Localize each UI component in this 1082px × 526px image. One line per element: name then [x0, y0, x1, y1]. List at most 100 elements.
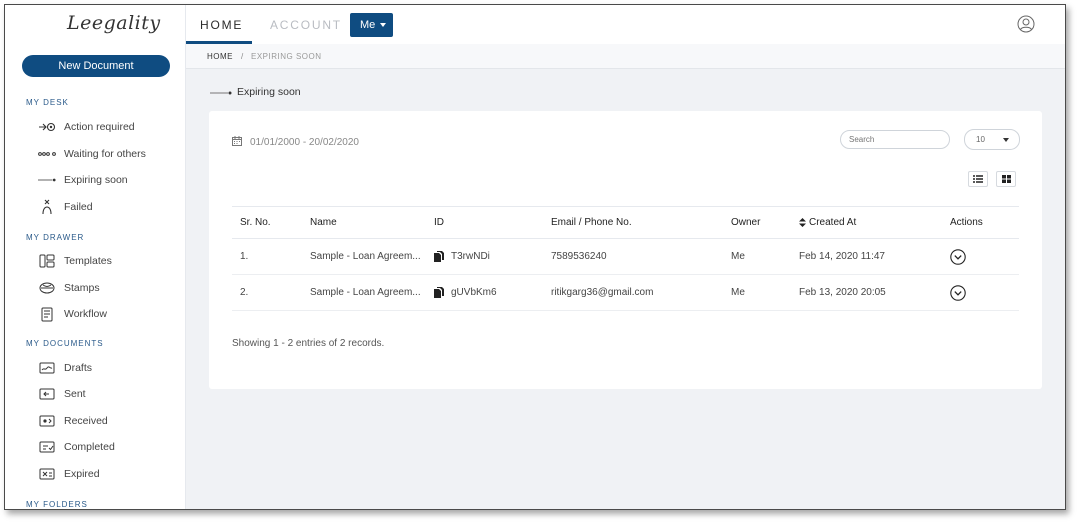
cell-email: ritikgarg36@gmail.com [551, 287, 654, 298]
calendar-icon [232, 136, 242, 149]
user-profile-icon[interactable] [1017, 15, 1035, 33]
me-dropdown-button[interactable]: Me [350, 13, 393, 37]
search-input[interactable] [840, 130, 950, 149]
tab-home[interactable]: HOME [200, 5, 243, 44]
received-icon [38, 414, 56, 428]
sidebar-item-received[interactable]: Received [38, 412, 108, 430]
sidebar-item-label: Waiting for others [64, 148, 146, 160]
column-header-actions: Actions [950, 217, 983, 228]
document-id: T3rwNDi [451, 251, 490, 262]
cell-created-at: Feb 14, 2020 11:47 [799, 251, 885, 262]
caret-down-icon [380, 23, 386, 27]
sidebar-item-label: Drafts [64, 362, 93, 374]
column-header-label: Created At [809, 217, 857, 228]
sidebar-item-stamps[interactable]: Stamps [38, 279, 100, 297]
caret-down-icon [1003, 138, 1009, 142]
copy-icon[interactable] [434, 287, 444, 298]
sidebar-item-label: Sent [64, 388, 86, 400]
sidebar-item-label: Received [64, 415, 108, 427]
sidebar-item-templates[interactable]: Templates [38, 252, 112, 270]
table-row: 2. Sample - Loan Agreem... gUVbKm6 ritik… [232, 275, 1019, 311]
workflow-icon [38, 307, 56, 321]
section-my-drawer: MY DRAWER [26, 233, 85, 242]
breadcrumb-current: EXPIRING SOON [251, 52, 322, 61]
sidebar-item-workflow[interactable]: Workflow [38, 305, 107, 323]
me-label: Me [360, 19, 376, 31]
sidebar-item-label: Completed [64, 441, 115, 453]
sidebar-item-waiting-for-others[interactable]: Waiting for others [38, 145, 146, 163]
waiting-icon [38, 147, 56, 161]
expiring-icon [210, 86, 232, 98]
column-header-id: ID [434, 217, 444, 228]
sidebar-item-label: Expiring soon [64, 174, 128, 186]
sidebar-item-expired[interactable]: Expired [38, 465, 100, 483]
cell-created-at: Feb 13, 2020 20:05 [799, 287, 886, 298]
page-size-select[interactable]: 10 [964, 129, 1020, 150]
list-icon [973, 175, 983, 183]
drafts-icon [38, 361, 56, 375]
sidebar-item-sent[interactable]: Sent [38, 385, 86, 403]
page-title-text: Expiring soon [237, 86, 301, 98]
document-id: gUVbKm6 [451, 287, 497, 298]
sidebar-item-label: Stamps [64, 282, 100, 294]
cell-id: gUVbKm6 [434, 275, 497, 310]
cell-id: T3rwNDi [434, 239, 490, 274]
sidebar-item-failed[interactable]: Failed [38, 198, 93, 216]
expired-icon [38, 467, 56, 481]
records-summary: Showing 1 - 2 entries of 2 records. [232, 338, 385, 349]
expand-actions-icon[interactable] [950, 248, 966, 265]
sidebar-item-action-required[interactable]: Action required [38, 118, 135, 136]
sidebar-item-label: Expired [64, 468, 100, 480]
cell-name[interactable]: Sample - Loan Agreem... [310, 239, 421, 274]
list-view-button[interactable] [968, 171, 988, 187]
sidebar-item-label: Workflow [64, 308, 107, 320]
sent-icon [38, 387, 56, 401]
completed-icon [38, 440, 56, 454]
cell-name[interactable]: Sample - Loan Agreem... [310, 275, 421, 310]
top-navigation: HOME ACCOUNT Me [186, 5, 1065, 44]
cell-email: 7589536240 [551, 251, 607, 262]
cell-owner: Me [731, 251, 745, 262]
column-header-email: Email / Phone No. [551, 217, 632, 228]
table-row: 1. Sample - Loan Agreem... T3rwNDi 75895… [232, 239, 1019, 275]
breadcrumb: HOME / EXPIRING SOON [186, 44, 1065, 69]
templates-icon [38, 254, 56, 268]
date-range-filter[interactable]: 01/01/2000 - 20/02/2020 [232, 136, 359, 149]
section-my-desk: MY DESK [26, 98, 69, 107]
breadcrumb-separator: / [241, 52, 244, 61]
documents-card: 01/01/2000 - 20/02/2020 10 Sr. No. Name … [209, 111, 1042, 389]
app-window: Leegality New Document MY DESK Action re… [4, 4, 1066, 510]
cell-actions [950, 239, 966, 274]
sidebar-item-completed[interactable]: Completed [38, 438, 115, 456]
column-header-sr-no: Sr. No. [240, 217, 271, 228]
grid-view-button[interactable] [996, 171, 1016, 187]
documents-table: Sr. No. Name ID Email / Phone No. Owner … [232, 206, 1019, 311]
date-range-text: 01/01/2000 - 20/02/2020 [250, 137, 359, 148]
expiring-icon [38, 173, 56, 187]
section-my-folders: MY FOLDERS [26, 500, 88, 509]
column-header-created-at[interactable]: Created At [799, 207, 856, 238]
new-document-button[interactable]: New Document [22, 55, 170, 77]
breadcrumb-home[interactable]: HOME [207, 44, 233, 69]
column-header-name: Name [310, 217, 337, 228]
copy-icon[interactable] [434, 251, 444, 262]
cell-sr-no: 1. [240, 251, 249, 262]
expand-actions-icon[interactable] [950, 284, 966, 301]
sidebar-item-label: Failed [64, 201, 93, 213]
sidebar-item-expiring-soon[interactable]: Expiring soon [38, 171, 128, 189]
sidebar-item-label: Action required [64, 121, 135, 133]
sidebar-item-drafts[interactable]: Drafts [38, 359, 92, 377]
tab-account[interactable]: ACCOUNT [270, 5, 342, 44]
page-title: Expiring soon [210, 85, 301, 99]
section-my-documents: MY DOCUMENTS [26, 339, 104, 348]
page-size-value: 10 [976, 135, 985, 144]
sort-icon [799, 218, 806, 227]
cell-owner: Me [731, 287, 745, 298]
column-header-owner: Owner [731, 217, 761, 228]
sidebar-item-label: Templates [64, 255, 112, 267]
logo: Leegality [67, 12, 161, 34]
sidebar: Leegality New Document MY DESK Action re… [5, 5, 186, 509]
action-required-icon [38, 120, 56, 134]
stamps-icon [38, 281, 56, 295]
table-header: Sr. No. Name ID Email / Phone No. Owner … [232, 206, 1019, 239]
